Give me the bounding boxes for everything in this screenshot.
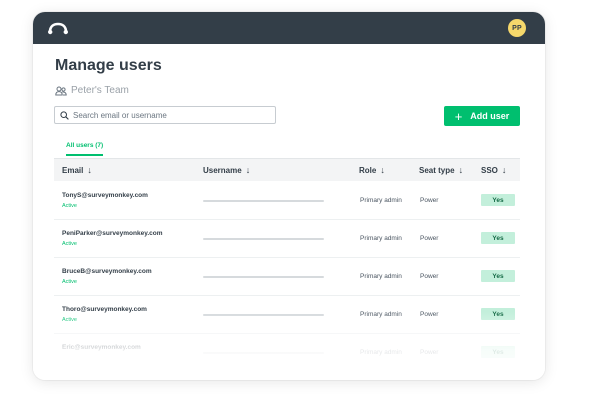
arrow-down-icon: ↓ [245, 165, 251, 175]
team-name: Peter's Team [55, 85, 129, 96]
user-email: BruceB@surveymonkey.com [62, 268, 152, 275]
table-row[interactable]: PeniParker@surveymonkey.com Active Prima… [54, 219, 520, 258]
user-seat-type: Power [420, 235, 439, 242]
column-label: Email [62, 165, 84, 175]
page-title: Manage users [55, 57, 162, 74]
column-label: SSO [481, 165, 498, 175]
search-field[interactable] [54, 106, 276, 124]
user-role: Primary admin [360, 349, 402, 356]
username-placeholder [203, 314, 324, 316]
column-header-username[interactable]: Username ↓ [203, 165, 250, 175]
add-user-label: Add user [470, 111, 510, 121]
user-seat-type: Power [420, 311, 439, 318]
user-email: Thoro@surveymonkey.com [62, 306, 147, 313]
table-row[interactable]: Thoro@surveymonkey.com Active Primary ad… [54, 295, 520, 334]
username-placeholder [203, 200, 324, 202]
arrow-down-icon: ↓ [458, 165, 464, 175]
user-seat-type: Power [420, 197, 439, 204]
team-icon [55, 86, 67, 95]
table-header: Email ↓ Username ↓ Role ↓ Seat type ↓ SS… [54, 158, 520, 181]
team-label: Peter's Team [71, 85, 129, 96]
user-seat-type: Power [420, 273, 439, 280]
user-status: Active [62, 241, 77, 247]
plus-icon: + [454, 108, 463, 124]
username-placeholder [203, 352, 324, 354]
user-email: Eric@surveymonkey.com [62, 344, 141, 351]
user-status: Active [62, 279, 77, 285]
arrow-down-icon: ↓ [87, 165, 92, 175]
search-input[interactable] [73, 110, 263, 120]
arrow-down-icon: ↓ [380, 165, 385, 175]
user-email: PeniParker@surveymonkey.com [62, 230, 163, 237]
user-role: Primary admin [360, 273, 402, 280]
username-placeholder [203, 276, 324, 278]
sso-badge: Yes [481, 194, 515, 206]
tab-all-users[interactable]: All users (7) [66, 142, 104, 156]
user-email: TonyS@surveymonkey.com [62, 192, 148, 199]
user-role: Primary admin [360, 311, 402, 318]
column-header-role[interactable]: Role ↓ [359, 165, 385, 175]
user-status: Active [62, 317, 77, 323]
username-placeholder [203, 238, 324, 240]
user-seat-type: Power [420, 349, 439, 356]
column-label: Seat type [419, 165, 455, 175]
arrow-down-icon: ↓ [501, 165, 507, 175]
sso-badge: Yes [481, 232, 515, 244]
sso-badge: Yes [481, 346, 515, 358]
sso-badge: Yes [481, 308, 515, 320]
user-role: Primary admin [360, 197, 402, 204]
add-user-button[interactable]: + Add user [444, 106, 520, 126]
table-row[interactable]: TonyS@surveymonkey.com Active Primary ad… [54, 181, 520, 220]
top-bar: PP [33, 12, 545, 44]
avatar[interactable]: PP [508, 19, 526, 37]
column-header-email[interactable]: Email ↓ [62, 165, 92, 175]
manage-users-card: PP Manage users Peter's Team + Add user … [33, 12, 545, 380]
table-row[interactable]: Eric@surveymonkey.com Primary admin Powe… [54, 333, 520, 371]
user-role: Primary admin [360, 235, 402, 242]
sso-badge: Yes [481, 270, 515, 282]
table-row[interactable]: BruceB@surveymonkey.com Active Primary a… [54, 257, 520, 296]
column-label: Username [203, 165, 242, 175]
column-header-seat-type[interactable]: Seat type ↓ [419, 165, 463, 175]
surveymonkey-logo-icon[interactable] [47, 21, 69, 35]
search-icon [60, 110, 69, 120]
column-header-sso[interactable]: SSO ↓ [481, 165, 506, 175]
column-label: Role [359, 165, 377, 175]
user-status: Active [62, 203, 77, 209]
